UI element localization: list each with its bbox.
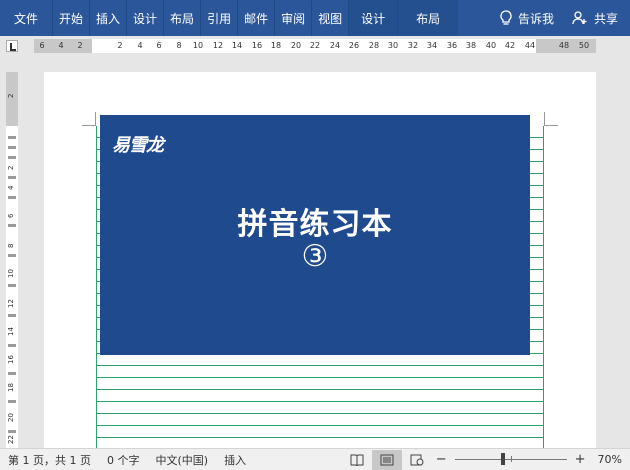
- ruler-label: 4: [58, 41, 64, 50]
- ruler-label: 30: [387, 41, 399, 50]
- ruler-label: 24: [329, 41, 341, 50]
- zoom-in-button[interactable]: +: [571, 452, 590, 467]
- vruler-top-margin: [6, 72, 18, 126]
- tab-table-layout[interactable]: 布局: [397, 0, 459, 36]
- cover-number: ③: [301, 239, 329, 274]
- tab-home[interactable]: 开始: [52, 0, 89, 36]
- ruler-label: 26: [348, 41, 360, 50]
- zoom-level[interactable]: 70%: [590, 453, 630, 466]
- word-count[interactable]: 0 个字: [99, 452, 148, 468]
- vruler-label: 16: [7, 355, 15, 364]
- read-mode-button[interactable]: [342, 450, 372, 470]
- vruler-label: 10: [7, 269, 15, 278]
- ruler-label: 48: [558, 41, 570, 50]
- zoom-out-button[interactable]: −: [432, 452, 451, 467]
- tab-insert[interactable]: 插入: [89, 0, 126, 36]
- zoom-slider[interactable]: [454, 453, 567, 465]
- brand-logo: 易雪龙: [112, 135, 164, 156]
- vruler-label: 22: [7, 435, 15, 444]
- tab-view[interactable]: 视图: [311, 0, 348, 36]
- tab-file[interactable]: 文件: [0, 0, 52, 36]
- ruler-label: 40: [485, 41, 497, 50]
- ruler-label: 50: [578, 41, 590, 50]
- ruler-label: 6: [39, 41, 45, 50]
- tell-me-label: 告诉我: [517, 11, 554, 26]
- zoom-100-mark: [510, 456, 512, 462]
- page-count[interactable]: 第 1 页，共 1 页: [0, 452, 99, 468]
- vruler-label: 20: [7, 413, 15, 422]
- zoom-slider-thumb[interactable]: [500, 453, 505, 465]
- vertical-ruler[interactable]: 2 2 4 6 8 10 12 14 16 18 20 22: [6, 72, 18, 448]
- ruler-label: 4: [137, 41, 143, 50]
- status-bar: 第 1 页，共 1 页 0 个字 中文(中国) 插入 − + 70%: [0, 448, 630, 470]
- ribbon-tab-bar: 文件 开始 插入 设计 布局 引用 邮件 审阅 视图 设计 布局 告诉我 共享: [0, 0, 630, 36]
- ruler-label: 14: [231, 41, 243, 50]
- vruler-label: 4: [7, 185, 15, 190]
- vruler-label: 2: [7, 165, 15, 170]
- ruler-label: 32: [407, 41, 419, 50]
- page-layout-icon: [380, 454, 394, 465]
- vruler-label: 2: [7, 93, 15, 98]
- vruler-label: 14: [7, 327, 15, 336]
- ruler-label: 12: [212, 41, 224, 50]
- ruler-label: 6: [156, 41, 162, 50]
- crop-mark: [544, 112, 558, 126]
- share-label: 共享: [593, 11, 618, 26]
- ribbon-right: 告诉我 共享: [490, 0, 630, 36]
- share-button[interactable]: 共享: [564, 10, 630, 27]
- document-area[interactable]: 易雪龙 拼音练习本 ③: [26, 56, 624, 448]
- ruler-label: 18: [270, 41, 282, 50]
- language-indicator[interactable]: 中文(中国): [147, 452, 216, 468]
- ruler-label: 16: [251, 41, 263, 50]
- web-layout-button[interactable]: [402, 450, 432, 470]
- vruler-label: 12: [7, 299, 15, 308]
- ruler-label: 20: [290, 41, 302, 50]
- ruler-label: 36: [446, 41, 458, 50]
- ruler-label: 44: [524, 41, 536, 50]
- insert-mode[interactable]: 插入: [216, 452, 254, 468]
- vruler-label: 18: [7, 383, 15, 392]
- horizontal-ruler[interactable]: 6 4 2 2 4 6 8 10 12 14 16 18 20 22 24 26…: [34, 39, 596, 53]
- ruler-label: 22: [309, 41, 321, 50]
- tell-me-button[interactable]: 告诉我: [490, 10, 564, 27]
- web-layout-icon: [410, 454, 424, 465]
- book-icon: [350, 454, 364, 466]
- cover-banner[interactable]: 易雪龙 拼音练习本 ③: [100, 115, 530, 355]
- ruler-label: 8: [176, 41, 182, 50]
- tab-stop-selector[interactable]: [6, 40, 18, 52]
- ruler-label: 38: [465, 41, 477, 50]
- vruler-label: 6: [7, 213, 15, 218]
- tab-design[interactable]: 设计: [126, 0, 163, 36]
- cover-title: 拼音练习本: [237, 207, 393, 242]
- ruler-label: 2: [117, 41, 123, 50]
- ruler-label: 28: [368, 41, 380, 50]
- ruler-label: 42: [504, 41, 516, 50]
- ruler-label: 34: [426, 41, 438, 50]
- print-layout-button[interactable]: [371, 449, 402, 470]
- tab-layout[interactable]: 布局: [163, 0, 200, 36]
- tab-mailings[interactable]: 邮件: [237, 0, 274, 36]
- tab-table-design[interactable]: 设计: [348, 0, 398, 36]
- ruler-label: 2: [77, 41, 83, 50]
- crop-mark: [82, 112, 96, 126]
- horizontal-ruler-row: 6 4 2 2 4 6 8 10 12 14 16 18 20 22 24 26…: [0, 36, 630, 56]
- lightbulb-icon: [500, 10, 512, 25]
- page[interactable]: 易雪龙 拼音练习本 ③: [44, 72, 596, 448]
- tab-references[interactable]: 引用: [200, 0, 237, 36]
- tab-review[interactable]: 审阅: [274, 0, 311, 36]
- ruler-label: 10: [192, 41, 204, 50]
- person-add-icon: [572, 11, 587, 25]
- vruler-label: 8: [7, 243, 15, 248]
